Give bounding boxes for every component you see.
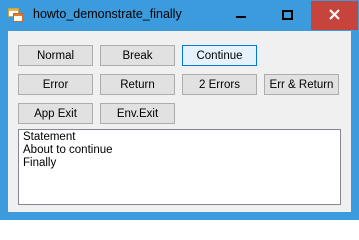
maximize-button[interactable]: [265, 1, 310, 30]
normal-button[interactable]: Normal: [18, 45, 93, 66]
output-listbox[interactable]: Statement About to continue Finally: [18, 129, 341, 205]
app-window: howto_demonstrate_finally Normal Break C…: [0, 0, 359, 220]
break-button[interactable]: Break: [100, 45, 175, 66]
list-item[interactable]: Statement: [23, 131, 336, 144]
env-exit-button[interactable]: Env.Exit: [100, 103, 175, 124]
app-exit-button[interactable]: App Exit: [18, 103, 93, 124]
winforms-app-icon: [8, 8, 23, 22]
error-button[interactable]: Error: [18, 74, 93, 95]
list-item[interactable]: About to continue: [23, 144, 336, 157]
two-errors-button[interactable]: 2 Errors: [182, 74, 257, 95]
err-and-return-button[interactable]: Err & Return: [264, 74, 339, 95]
minimize-button[interactable]: [218, 1, 264, 30]
minimize-icon: [236, 7, 246, 25]
client-area: Normal Break Continue Error Return 2 Err…: [8, 31, 351, 212]
return-button[interactable]: Return: [100, 74, 175, 95]
list-item[interactable]: Finally: [23, 157, 336, 170]
continue-button[interactable]: Continue: [182, 45, 257, 66]
maximize-icon: [282, 7, 293, 25]
close-icon: [329, 7, 340, 25]
close-button[interactable]: [311, 1, 358, 30]
window-title: howto_demonstrate_finally: [33, 7, 182, 21]
title-bar[interactable]: howto_demonstrate_finally: [0, 0, 359, 31]
